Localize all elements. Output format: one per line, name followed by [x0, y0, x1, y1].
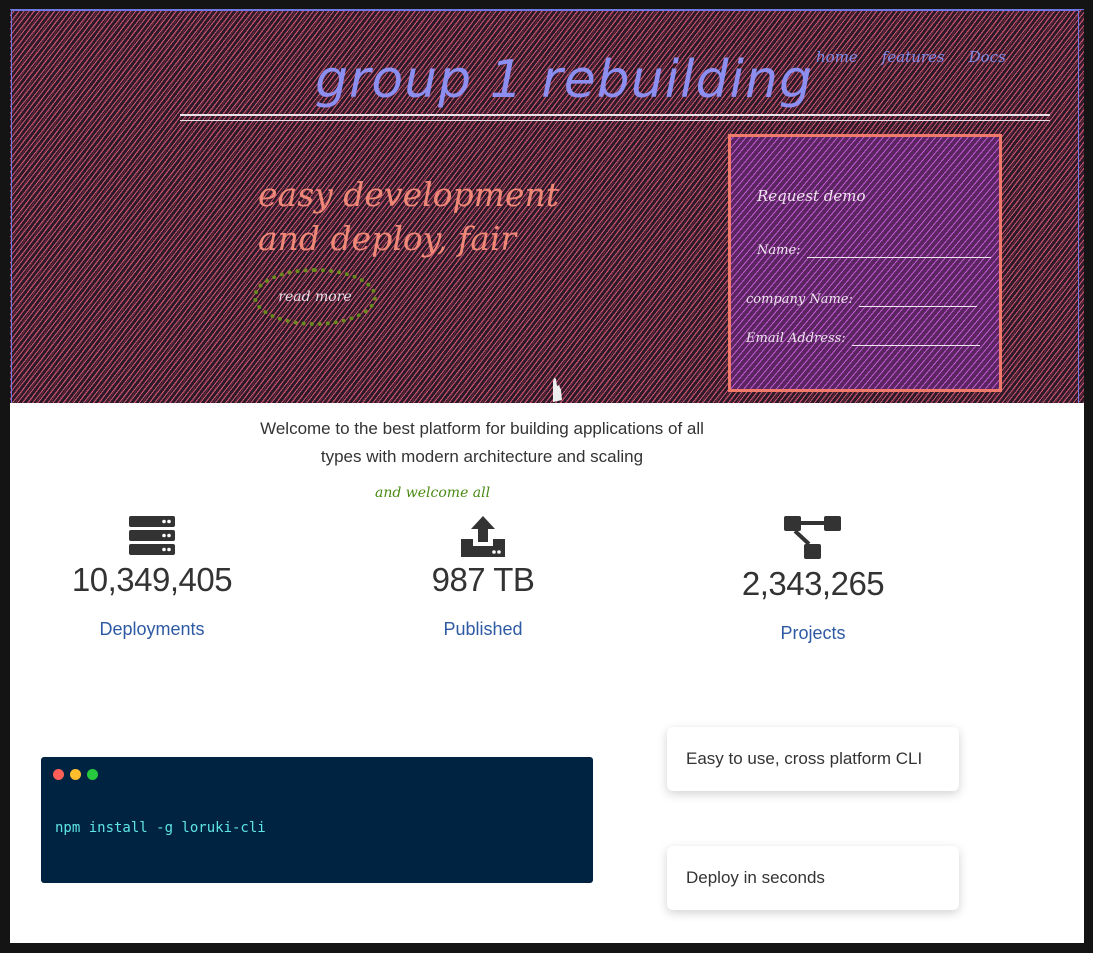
email-label: Email Address:: [746, 331, 846, 346]
nav-link-home[interactable]: home: [816, 48, 858, 66]
deployments-count: 10,349,405: [71, 561, 233, 598]
site-title: group 1 rebuilding: [315, 50, 813, 110]
hero-tagline: easy development and deploy, fair: [258, 175, 559, 258]
main-nav: home features Docs: [816, 48, 1006, 66]
read-more-button[interactable]: read more: [253, 268, 377, 326]
projects-count: 2,343,265: [741, 565, 885, 602]
hero-section: group 1 rebuilding home features Docs ea…: [10, 9, 1084, 403]
email-field[interactable]: [851, 329, 980, 346]
stat-projects: 2,343,265 Projects: [683, 515, 943, 644]
published-amount: 987 TB: [431, 561, 535, 598]
name-field[interactable]: [806, 241, 991, 258]
title-underline: [180, 114, 1050, 121]
maximize-dot-icon: [87, 769, 98, 780]
server-icon: [129, 516, 175, 555]
minimize-dot-icon: [70, 769, 81, 780]
page-frame: group 1 rebuilding home features Docs ea…: [10, 9, 1084, 943]
company-name-field[interactable]: [858, 290, 977, 307]
demo-form-heading: Request demo: [757, 187, 866, 205]
mouse-cursor-icon: [553, 378, 562, 402]
deployments-label: Deployments: [99, 619, 205, 639]
stat-published: 987 TB Published: [353, 515, 613, 640]
project-tree-icon: [784, 516, 841, 559]
name-label: Name:: [757, 243, 801, 258]
email-row: Email Address:: [746, 329, 980, 346]
feature-card-cli: Easy to use, cross platform CLI: [667, 727, 959, 791]
install-command[interactable]: npm install -g loruki-cli: [55, 820, 266, 836]
projects-label: Projects: [780, 623, 846, 643]
published-label: Published: [443, 619, 523, 639]
company-row: company Name:: [746, 290, 977, 307]
feature-card-deploy: Deploy in seconds: [667, 846, 959, 910]
nav-link-features[interactable]: features: [882, 48, 945, 66]
stat-deployments: 10,349,405 Deployments: [22, 515, 282, 640]
close-dot-icon: [53, 769, 64, 780]
intro-note: and welcome all: [375, 485, 491, 501]
intro-text: Welcome to the best platform for buildin…: [260, 419, 704, 466]
company-name-label: company Name:: [746, 292, 853, 307]
upload-icon: [461, 516, 505, 557]
terminal-window: npm install -g loruki-cli: [41, 757, 593, 883]
request-demo-form: Request demo Name: company Name: Email A…: [728, 134, 1002, 392]
nav-link-docs[interactable]: Docs: [969, 48, 1006, 66]
name-row: Name:: [757, 241, 991, 258]
